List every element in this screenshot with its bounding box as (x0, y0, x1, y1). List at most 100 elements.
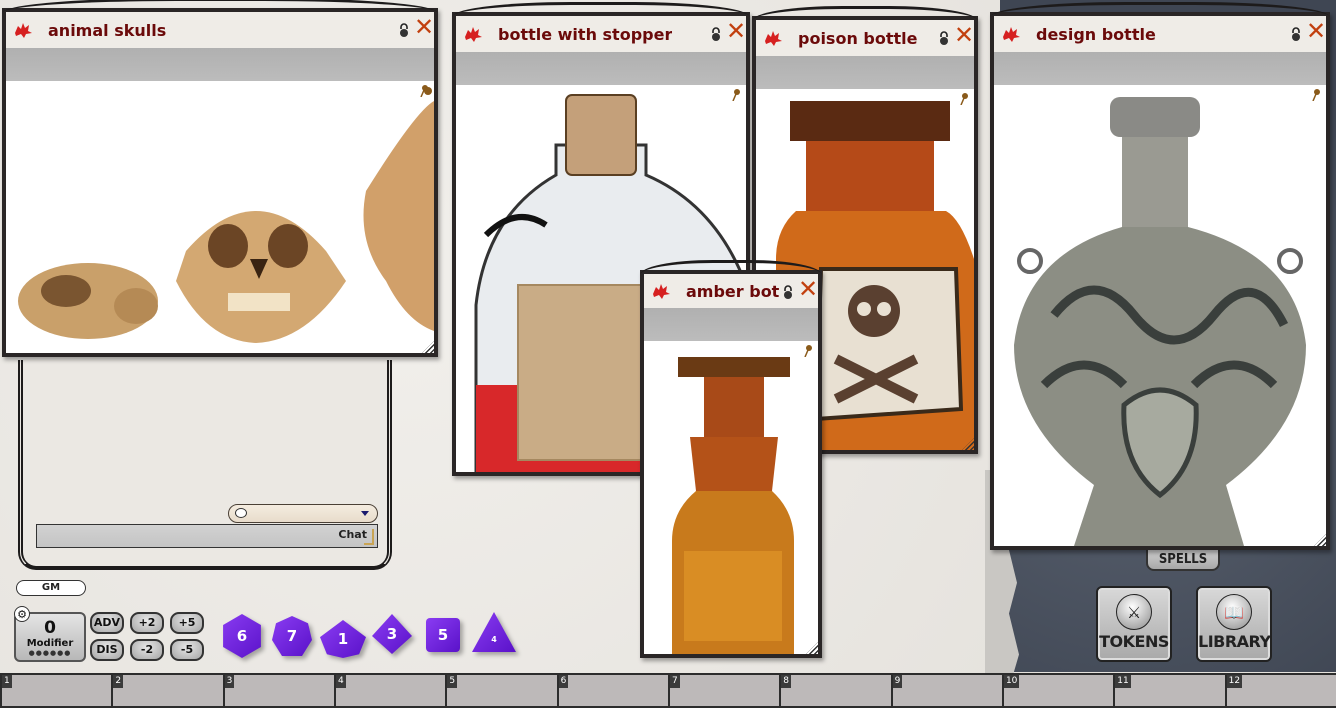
dragon-logo-icon (12, 20, 34, 40)
plus5-button[interactable]: +5 (170, 612, 204, 634)
window-header[interactable]: design bottle ✕ (994, 16, 1326, 52)
hotkey-slot[interactable]: 4 (333, 675, 446, 708)
window-toolbar (994, 52, 1326, 85)
skulls-illustration (18, 87, 434, 343)
enter-icon (364, 529, 374, 545)
adv-button[interactable]: ADV (90, 612, 124, 634)
tokens-button[interactable]: ⚔ TOKENS (1096, 586, 1172, 662)
window-toolbar (756, 56, 974, 89)
d20-die[interactable]: 6 (220, 614, 264, 658)
window-amber-bot[interactable]: amber bot ✕ (640, 260, 822, 658)
hotkey-slot[interactable]: 5 (445, 675, 557, 708)
window-header[interactable]: poison bottle ✕ (756, 20, 974, 56)
hotkey-slot[interactable]: 1 (0, 675, 112, 708)
d12-die[interactable]: 7 (272, 616, 312, 656)
hotkey-slot[interactable]: 10 (1001, 675, 1114, 708)
minus5-button[interactable]: -5 (170, 639, 204, 661)
plus2-button[interactable]: +2 (130, 612, 164, 634)
dragon-logo-icon (762, 28, 784, 48)
pin-icon[interactable] (960, 93, 968, 105)
hotkey-number: 1 (2, 675, 12, 688)
close-icon[interactable]: ✕ (1306, 19, 1326, 43)
image-animal-skulls (6, 81, 434, 353)
hotkey-number: 2 (113, 675, 124, 688)
window-title: animal skulls (48, 20, 167, 40)
image-amber-bot (644, 341, 818, 654)
hotkey-slot[interactable]: 3 (222, 675, 334, 708)
d6-face: 5 (437, 626, 449, 644)
window-toolbar (6, 48, 434, 81)
library-label: LIBRARY (1198, 632, 1271, 651)
pin-icon[interactable] (804, 345, 812, 357)
speech-bubble-icon (235, 508, 247, 518)
gear-icon[interactable]: ⚙ (14, 606, 30, 622)
hotkey-number: 5 (447, 675, 458, 688)
hotkey-number: 9 (892, 675, 903, 688)
window-header[interactable]: amber bot ✕ (644, 274, 818, 308)
d8-face: 3 (386, 625, 398, 643)
chat-mode-select[interactable] (228, 504, 378, 523)
book-icon: 📖 (1216, 594, 1252, 630)
window-title: bottle with stopper (498, 24, 673, 44)
d20-face: 6 (236, 627, 248, 645)
window-title: design bottle (1036, 24, 1156, 44)
gm-badge[interactable]: GM (16, 580, 86, 596)
lock-icon[interactable] (1290, 27, 1302, 41)
library-button[interactable]: 📖 LIBRARY (1196, 586, 1272, 662)
pin-icon[interactable] (1312, 89, 1320, 101)
window-header[interactable]: animal skulls ✕ (6, 12, 434, 48)
d4-face: 4 (491, 634, 497, 644)
d12-face: 7 (286, 627, 298, 645)
hotkey-number: 7 (669, 675, 680, 688)
d10-face: 1 (337, 630, 349, 648)
dis-button[interactable]: DIS (90, 639, 124, 661)
modifier-dots: ●●●●●● (28, 649, 72, 657)
hotkey-slot[interactable]: 2 (111, 675, 223, 708)
design-bottle-illustration (994, 85, 1326, 546)
window-animal-skulls[interactable]: animal skulls ✕ (2, 0, 438, 357)
hotkey-slot[interactable]: 7 (667, 675, 780, 708)
hotkey-slot[interactable]: 6 (556, 675, 668, 708)
d8-die[interactable]: 3 (372, 614, 412, 654)
pin-icon[interactable] (732, 89, 740, 101)
chevron-down-icon (361, 511, 369, 516)
window-toolbar (456, 52, 746, 85)
image-design-bottle (994, 85, 1326, 546)
chat-input[interactable]: Chat (36, 524, 378, 548)
close-icon[interactable]: ✕ (954, 23, 974, 47)
hotkey-slot[interactable]: 8 (779, 675, 891, 708)
lock-icon[interactable] (782, 285, 794, 299)
window-title: poison bottle (798, 28, 918, 48)
minus2-button[interactable]: -2 (130, 639, 164, 661)
tokens-label: TOKENS (1099, 632, 1169, 651)
lock-icon[interactable] (398, 23, 410, 37)
hotkey-slot[interactable]: 9 (890, 675, 1002, 708)
chat-input-label: Chat (338, 528, 367, 541)
dragon-logo-icon (650, 281, 672, 301)
hotkey-slot[interactable]: 11 (1113, 675, 1225, 708)
hotkey-number: 10 (1003, 675, 1020, 688)
modifier-value: 0 (44, 618, 56, 638)
lock-icon[interactable] (710, 27, 722, 41)
hotkey-number: 11 (1115, 675, 1131, 688)
window-design-bottle[interactable]: design bottle ✕ (990, 2, 1330, 550)
hotkey-bar: 1 2 3 4 5 6 7 8 9 10 11 12 (0, 673, 1336, 708)
hotkey-number: 3 (224, 675, 235, 688)
hotkey-number: 12 (1226, 675, 1243, 688)
window-header[interactable]: bottle with stopper ✕ (456, 16, 746, 52)
pin-icon[interactable] (420, 85, 428, 97)
dragon-logo-icon (462, 24, 484, 44)
amber-bottle-illustration (644, 341, 818, 654)
window-title: amber bot (686, 281, 780, 301)
close-icon[interactable]: ✕ (798, 277, 818, 301)
close-icon[interactable]: ✕ (726, 19, 746, 43)
d6-die[interactable]: 5 (426, 618, 460, 652)
close-icon[interactable]: ✕ (414, 15, 434, 39)
hotkey-number: 4 (335, 675, 346, 688)
hotkey-number: 6 (558, 675, 569, 688)
d4-die[interactable]: 4 (472, 612, 516, 652)
lock-icon[interactable] (938, 31, 950, 45)
hotkey-slot[interactable]: 12 (1224, 675, 1336, 708)
d10-die[interactable]: 1 (320, 620, 366, 658)
tokens-icon: ⚔ (1116, 594, 1152, 630)
